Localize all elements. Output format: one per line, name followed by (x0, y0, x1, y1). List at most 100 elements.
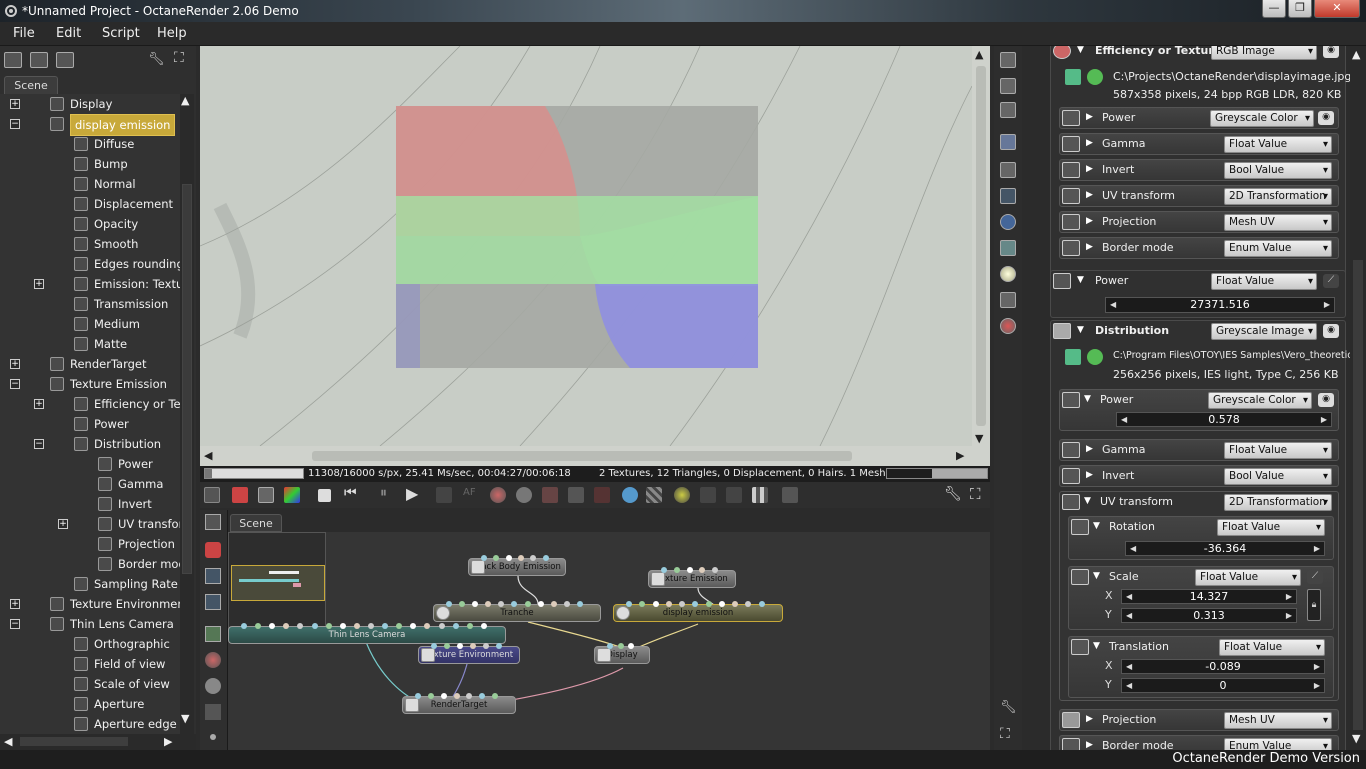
close-button[interactable]: ✕ (1314, 0, 1360, 18)
tree-item[interactable]: Power (0, 454, 180, 474)
lock-aspect-icon[interactable]: 🔒︎ (1307, 589, 1321, 621)
pause-icon[interactable]: ⏸ (380, 485, 387, 501)
material-node-icon[interactable] (205, 652, 221, 668)
load-file-icon[interactable] (1065, 69, 1081, 85)
brush-node-icon[interactable] (205, 704, 221, 720)
tree-item[interactable]: Bump (0, 154, 180, 174)
translation-type-dropdown[interactable]: Float Value (1219, 639, 1325, 656)
expand-icon[interactable]: + (58, 519, 68, 529)
tree-item[interactable]: − Texture Emission (0, 374, 180, 394)
tree-item[interactable]: + UV transform (0, 514, 180, 534)
graph-menu-icon[interactable] (205, 514, 221, 530)
tree-item[interactable]: Sampling Rate (0, 574, 180, 594)
af-icon[interactable]: AF (463, 487, 476, 498)
expand-icon[interactable]: + (34, 399, 44, 409)
node-input-pin[interactable] (311, 623, 318, 629)
image-icon[interactable] (1000, 134, 1016, 150)
geometry-icon[interactable] (1000, 214, 1016, 230)
node-input-pin[interactable] (758, 601, 765, 607)
efficiency-param-row[interactable]: ▶ Projection Mesh UV (1059, 211, 1339, 233)
fullscreen-icon[interactable]: ⛶ (174, 50, 184, 66)
node-input-pin[interactable] (440, 693, 447, 699)
tree-item[interactable]: + Efficiency or Text (0, 394, 180, 414)
collapse-icon[interactable]: − (10, 619, 20, 629)
node-input-pin[interactable] (410, 623, 417, 629)
fullscreen-icon[interactable]: ⛶ (1000, 726, 1010, 742)
node-texture-environment[interactable]: Texture Environment (418, 643, 520, 664)
wrench-icon[interactable]: 🔧︎ (148, 52, 165, 67)
node-input-pin[interactable] (745, 601, 752, 607)
efficiency-param-row[interactable]: ▶ Border mode Enum Value (1059, 237, 1339, 259)
scroll-down-arrow-icon[interactable]: ▼ (1352, 732, 1360, 745)
properties-scrollbar[interactable]: ▲ ▼ (1350, 46, 1366, 750)
image-node-icon[interactable] (205, 626, 221, 642)
light-icon[interactable] (1000, 266, 1016, 282)
rotation-value-field[interactable]: ◀ -36.364 ▶ (1125, 541, 1325, 556)
tree-item[interactable]: Smooth (0, 234, 180, 254)
monitor-icon[interactable] (1000, 188, 1016, 204)
tree-horizontal-scrollbar[interactable]: ◀ ▶ (0, 734, 196, 750)
node-render-target[interactable]: RenderTarget (402, 693, 516, 714)
tree-item[interactable]: Displacement (0, 194, 180, 214)
node-input-pin[interactable] (382, 623, 389, 629)
environment-icon[interactable] (1000, 240, 1016, 256)
node-input-pin[interactable] (269, 623, 276, 629)
node-input-pin[interactable] (457, 643, 463, 649)
node-input-pin[interactable] (718, 601, 725, 607)
distribution-power-type-dropdown[interactable]: Greyscale Color (1208, 392, 1312, 409)
node-input-pin[interactable] (485, 601, 492, 607)
tree-item[interactable]: Projection (0, 534, 180, 554)
expand-arrow-icon[interactable]: ▶ (1086, 470, 1093, 480)
node-texture-emission[interactable]: Texture Emission (648, 567, 736, 588)
node-input-pin[interactable] (563, 601, 570, 607)
node-input-pin[interactable] (466, 693, 473, 699)
node-input-pin[interactable] (524, 601, 531, 607)
node-input-pin[interactable] (415, 693, 421, 699)
load-file-icon[interactable] (1065, 349, 1081, 365)
node-input-pin[interactable] (255, 623, 262, 629)
param-type-dropdown[interactable]: Mesh UV (1224, 214, 1332, 231)
node-input-pin[interactable] (368, 623, 374, 629)
expand-arrow-icon[interactable]: ▶ (1086, 216, 1093, 226)
tree-item[interactable]: Opacity (0, 214, 180, 234)
scroll-down-arrow-icon[interactable]: ▼ (975, 432, 983, 445)
tree-item[interactable]: + Display (0, 94, 180, 114)
eye-icon[interactable]: ◉ (1318, 393, 1334, 407)
node-input-pin[interactable] (607, 643, 613, 649)
tree-item[interactable]: − Distribution (0, 434, 180, 454)
power-type-dropdown[interactable]: Float Value (1211, 273, 1317, 290)
properties-scroll-thumb[interactable] (1353, 260, 1363, 730)
kernel-icon[interactable] (1000, 162, 1016, 178)
fullscreen-icon[interactable]: ⛶ (970, 485, 981, 503)
layout-icon[interactable] (205, 594, 221, 610)
node-input-pin[interactable] (479, 693, 486, 699)
tree-vertical-scrollbar[interactable]: ▲ ▼ (180, 94, 194, 734)
expand-icon[interactable]: + (34, 279, 44, 289)
eye-icon[interactable]: ◉ (1323, 324, 1339, 338)
collapse-icon[interactable]: − (34, 439, 44, 449)
node-input-pin[interactable] (396, 623, 403, 629)
node-input-pin[interactable] (537, 601, 544, 607)
node-input-pin[interactable] (283, 623, 290, 629)
outliner-menu-icon[interactable] (56, 52, 74, 68)
stop-icon[interactable] (318, 489, 331, 502)
efficiency-header[interactable]: ▼ Efficiency or Texture RGB Image ◉ (1051, 46, 1345, 63)
node-input-pin[interactable] (424, 623, 431, 629)
expand-arrow-icon[interactable]: ▶ (1086, 112, 1093, 122)
node-input-pin[interactable] (446, 601, 452, 607)
node-input-pin[interactable] (686, 567, 693, 573)
node-input-pin[interactable] (431, 643, 437, 649)
menu-script[interactable]: Script (102, 26, 140, 41)
restart-icon[interactable]: ⏮ (344, 485, 357, 501)
delete-node-icon[interactable] (205, 542, 221, 558)
fit-view-icon[interactable] (258, 487, 274, 503)
node-input-pin[interactable] (542, 555, 549, 561)
focus-picker-icon[interactable] (542, 487, 558, 503)
expand-arrow-icon[interactable]: ▶ (1086, 190, 1093, 200)
param-type-dropdown[interactable]: Float Value (1224, 442, 1332, 459)
node-input-pin[interactable] (427, 693, 434, 699)
expand-icon[interactable]: + (10, 599, 20, 609)
param-type-dropdown[interactable]: Bool Value (1224, 162, 1332, 179)
node-input-pin[interactable] (498, 601, 505, 607)
camera-icon[interactable] (204, 487, 220, 503)
